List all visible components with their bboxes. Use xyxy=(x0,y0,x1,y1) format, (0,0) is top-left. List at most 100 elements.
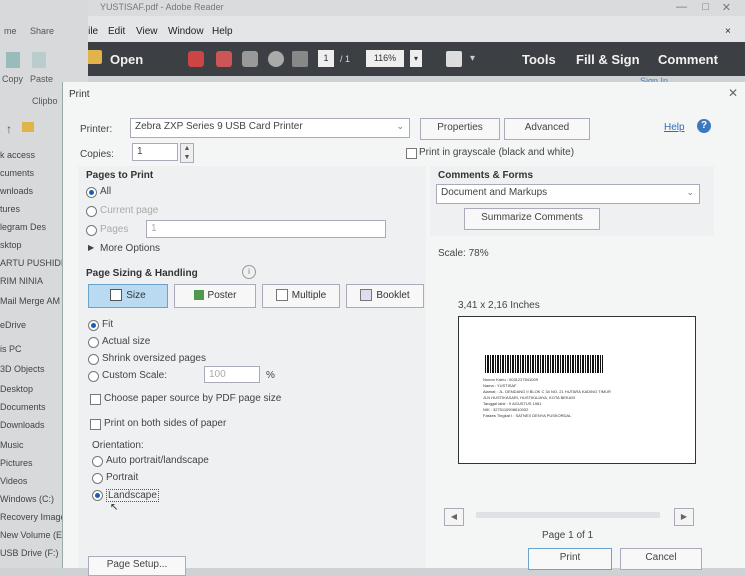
menu-bar: File Edit View Window Help × xyxy=(70,16,745,42)
next-page-button[interactable]: ▶ xyxy=(674,508,694,526)
actual-size-radio[interactable] xyxy=(88,337,99,348)
current-page-radio[interactable] xyxy=(86,206,97,217)
nav-item-pictures[interactable]: tures xyxy=(0,204,20,214)
pages-all-radio[interactable] xyxy=(86,187,97,198)
minimize-icon[interactable]: — xyxy=(676,1,687,13)
nav-item-this-pc[interactable]: is PC xyxy=(0,344,22,354)
up-arrow-icon[interactable]: ↑ xyxy=(6,122,12,136)
nav-item-telegram[interactable]: legram Des xyxy=(0,222,46,232)
explorer-tab-share[interactable]: Share xyxy=(30,26,54,36)
paste-icon[interactable] xyxy=(32,52,46,68)
advanced-button[interactable]: Advanced xyxy=(504,118,590,140)
pages-range-radio[interactable] xyxy=(86,225,97,236)
zoom-dropdown-icon[interactable]: ▾ xyxy=(410,50,422,67)
copies-spinner-icon[interactable]: ▲ ▼ xyxy=(180,143,194,163)
zoom-input[interactable]: 116% xyxy=(366,50,404,67)
custom-scale-radio[interactable] xyxy=(88,371,99,382)
nav-item-onedrive[interactable]: eDrive xyxy=(0,320,26,330)
fullscreen-icon[interactable] xyxy=(446,51,462,67)
edit-icon[interactable] xyxy=(242,51,258,67)
comments-select[interactable]: Document and Markups ⌄ xyxy=(436,184,700,204)
menu-help[interactable]: Help xyxy=(212,26,233,37)
pages-all-label: All xyxy=(100,186,112,197)
portrait-radio[interactable] xyxy=(92,473,103,484)
nav-item-downloads[interactable]: wnloads xyxy=(0,186,33,196)
nav-item-3d-objects[interactable]: 3D Objects xyxy=(0,364,45,374)
scale-text: Scale: 78% xyxy=(438,248,489,259)
nav-item-mail-merge[interactable]: Mail Merge AM xyxy=(0,296,60,306)
help-icon[interactable]: ? xyxy=(697,119,711,133)
nav-item-documents[interactable]: cuments xyxy=(0,168,34,178)
printer-select-value: Zebra ZXP Series 9 USB Card Printer xyxy=(135,121,303,132)
more-options-arrow-icon[interactable]: ▶ xyxy=(88,243,94,252)
fit-radio[interactable] xyxy=(88,320,99,331)
auto-orientation-radio[interactable] xyxy=(92,456,103,467)
comment-tab[interactable]: Comment xyxy=(658,52,718,67)
tools-tab[interactable]: Tools xyxy=(522,52,556,67)
nav-item-pictures-pc[interactable]: Pictures xyxy=(0,458,33,468)
shrink-radio[interactable] xyxy=(88,354,99,365)
nav-item-rim[interactable]: RIM NINIA xyxy=(0,276,43,286)
ribbon-paste[interactable]: Paste xyxy=(30,74,53,84)
more-options-link[interactable]: More Options xyxy=(100,243,160,254)
maximize-icon[interactable]: □ xyxy=(702,1,709,13)
open-button[interactable]: Open xyxy=(110,52,143,67)
copy-icon[interactable] xyxy=(6,52,20,68)
nav-item-documents-pc[interactable]: Documents xyxy=(0,402,46,412)
save-icon[interactable] xyxy=(292,51,308,67)
nav-item-new-volume[interactable]: New Volume (E: xyxy=(0,530,65,540)
nav-item-downloads-pc[interactable]: Downloads xyxy=(0,420,45,430)
more-tools-icon[interactable]: ▾ xyxy=(470,53,475,64)
ribbon-copy[interactable]: Copy xyxy=(2,74,23,84)
tab-size[interactable]: Size xyxy=(88,284,168,308)
properties-button[interactable]: Properties xyxy=(420,118,500,140)
pages-range-input[interactable]: 1 xyxy=(146,220,386,238)
fill-sign-tab[interactable]: Fill & Sign xyxy=(576,52,640,67)
page-scrollbar[interactable] xyxy=(476,512,660,518)
toolbar: Open 1 / 1 116% ▾ ▾ Tools Fill & Sign Co… xyxy=(70,42,745,76)
page-sizing-title: Page Sizing & Handling xyxy=(86,268,198,279)
nav-item-desktop[interactable]: sktop xyxy=(0,240,22,250)
landscape-radio[interactable] xyxy=(92,490,103,501)
menu-close-icon[interactable]: × xyxy=(725,26,731,37)
printer-select[interactable]: Zebra ZXP Series 9 USB Card Printer ⌄ xyxy=(130,118,410,138)
help-link[interactable]: Help xyxy=(664,122,685,133)
both-sides-checkbox[interactable] xyxy=(90,419,101,430)
tab-booklet[interactable]: Booklet xyxy=(346,284,424,308)
dialog-close-icon[interactable]: ✕ xyxy=(728,86,738,100)
tab-multiple[interactable]: Multiple xyxy=(262,284,340,308)
nav-item-music[interactable]: Music xyxy=(0,440,24,450)
tab-poster[interactable]: Poster xyxy=(174,284,256,308)
choose-paper-checkbox[interactable] xyxy=(90,394,101,405)
print-button[interactable]: Print xyxy=(528,548,612,570)
nav-item-quick-access[interactable]: k access xyxy=(0,150,35,160)
menu-view[interactable]: View xyxy=(136,26,158,37)
nav-item-videos[interactable]: Videos xyxy=(0,476,27,486)
nav-item-desktop-pc[interactable]: Desktop xyxy=(0,384,33,394)
menu-edit[interactable]: Edit xyxy=(108,26,125,37)
grayscale-checkbox[interactable] xyxy=(406,148,417,159)
cancel-button[interactable]: Cancel xyxy=(620,548,702,570)
explorer-tab-home[interactable]: me xyxy=(4,26,17,36)
barcode-image xyxy=(485,355,603,373)
nav-item-windows-c[interactable]: Windows (C:) xyxy=(0,494,54,504)
menu-window[interactable]: Window xyxy=(168,26,204,37)
summarize-comments-button[interactable]: Summarize Comments xyxy=(464,208,600,230)
copies-label: Copies: xyxy=(80,149,114,160)
create-pdf-icon[interactable] xyxy=(188,51,204,67)
export-icon[interactable] xyxy=(216,51,232,67)
current-page-label: Current page xyxy=(100,205,159,216)
nav-item-recovery[interactable]: Recovery Image xyxy=(0,512,66,522)
nav-item-artu[interactable]: ARTU PUSHIDI xyxy=(0,258,63,268)
window-close-icon[interactable]: ✕ xyxy=(722,1,731,14)
cloud-icon[interactable] xyxy=(268,51,284,67)
info-icon[interactable]: i xyxy=(242,265,256,279)
copies-input[interactable]: 1 xyxy=(132,143,178,161)
custom-scale-input[interactable]: 100 xyxy=(204,366,260,383)
page-setup-button[interactable]: Page Setup... xyxy=(88,556,186,576)
comments-dropdown-icon: ⌄ xyxy=(686,187,694,197)
tab-size-label: Size xyxy=(126,290,146,301)
page-number-input[interactable]: 1 xyxy=(318,50,334,67)
prev-page-button[interactable]: ◀ xyxy=(444,508,464,526)
nav-item-usb-drive[interactable]: USB Drive (F:) xyxy=(0,548,59,558)
